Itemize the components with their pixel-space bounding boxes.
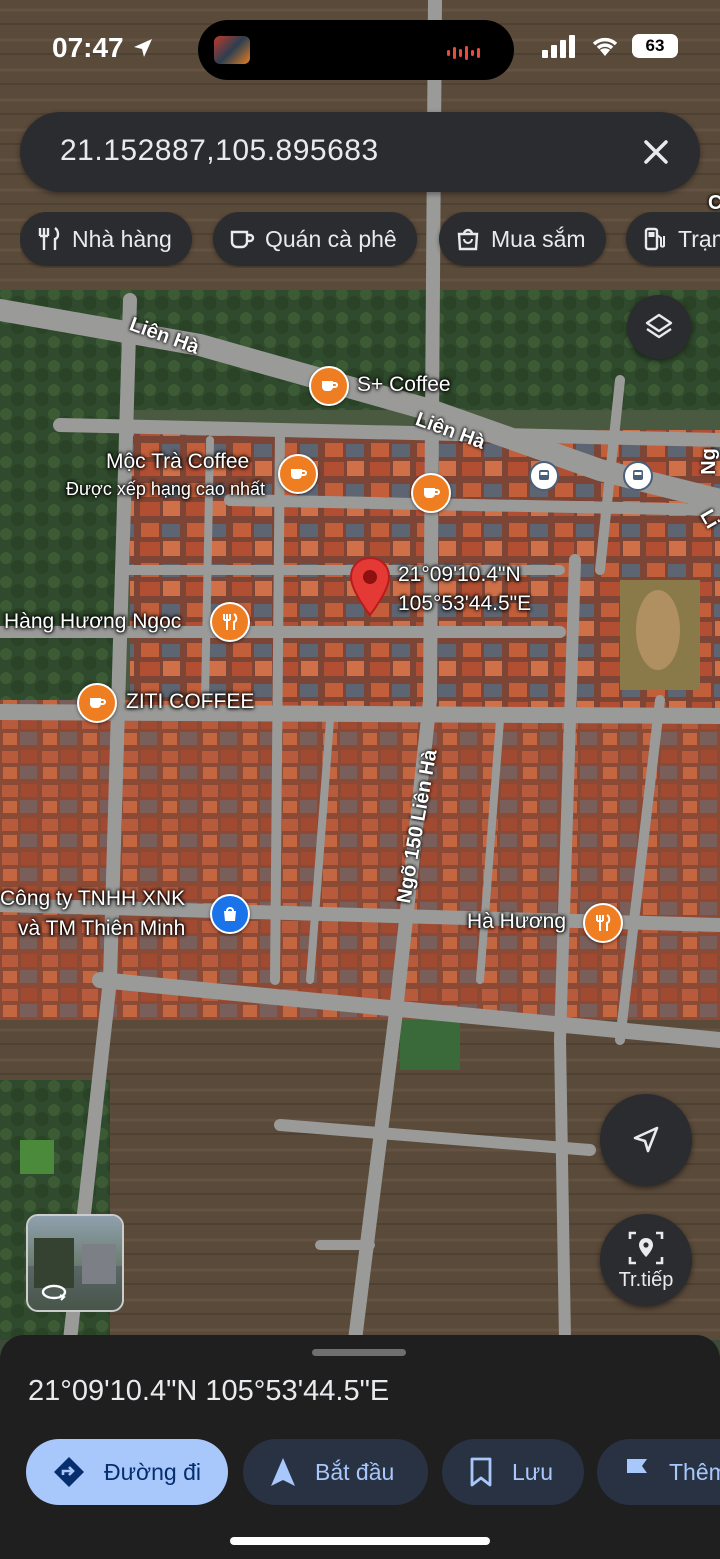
coffee-poi-marker[interactable] (77, 683, 117, 723)
place-label-ha-huong[interactable]: Hà Hương (467, 910, 566, 934)
start-button[interactable]: Bắt đầu (243, 1439, 428, 1505)
bus-stop-icon[interactable] (529, 461, 559, 491)
dynamic-island[interactable] (198, 20, 514, 80)
restaurant-poi-marker[interactable] (210, 602, 250, 642)
place-subtitle-top-rated: Được xếp hạng cao nhất (66, 479, 265, 499)
coffee-cup-icon (230, 230, 255, 249)
chip-coffee[interactable]: Quán cà phê (213, 212, 417, 266)
street-view-building (82, 1244, 116, 1284)
navigation-arrow-icon (271, 1458, 295, 1486)
place-label-s-coffee[interactable]: S+ Coffee (357, 373, 451, 397)
bottom-sheet[interactable]: 21°09'10.4"N 105°53'44.5"E Đường đi Bắt … (0, 1335, 720, 1559)
place-label-thien-minh-1[interactable]: Công ty TNHH XNK (0, 887, 185, 911)
pin-latitude-label: 21°09'10.4"N (398, 563, 521, 586)
status-bar: 07:47 63 (0, 0, 720, 100)
home-indicator[interactable] (230, 1537, 490, 1545)
layers-icon (645, 313, 673, 339)
save-button[interactable]: Lưu (442, 1439, 584, 1505)
wifi-icon (592, 37, 618, 56)
navigation-arrow-outline-icon (633, 1126, 659, 1153)
search-bar[interactable]: 21.152887,105.895683 (20, 112, 700, 192)
place-label-thien-minh-2[interactable]: và TM Thiên Minh (18, 917, 185, 941)
coffee-poi-marker[interactable] (309, 366, 349, 406)
street-view-thumbnail[interactable] (26, 1214, 124, 1312)
location-arrow-icon (133, 39, 152, 57)
sheet-drag-handle[interactable] (312, 1349, 406, 1356)
bookmark-icon (470, 1457, 492, 1487)
more-label: Thêm (669, 1458, 720, 1485)
layers-button[interactable] (627, 295, 691, 359)
status-icons: 63 (542, 34, 678, 58)
battery-icon: 63 (632, 34, 678, 58)
street-view-tree (34, 1238, 74, 1288)
coffee-poi-marker[interactable] (278, 454, 318, 494)
directions-icon (54, 1457, 84, 1487)
status-time: 07:47 (52, 32, 154, 64)
gas-station-icon (644, 227, 665, 251)
chip-label: Quán cà phê (265, 225, 397, 252)
more-button[interactable]: Thêm (597, 1439, 720, 1505)
shopping-poi-marker[interactable] (210, 894, 250, 934)
save-label: Lưu (512, 1458, 553, 1485)
fork-knife-icon (38, 227, 60, 250)
pin-longitude-label: 105°53'44.5"E (398, 592, 532, 615)
search-query-text[interactable]: 21.152887,105.895683 (60, 134, 379, 168)
chip-label: Nhà hàng (72, 225, 172, 252)
action-buttons-row: Đường đi Bắt đầu Lưu Thêm (0, 1439, 720, 1505)
category-chips: Nhà hàng Quán cà phê Mua sắm Trạm (20, 212, 720, 268)
ar-location-icon (628, 1231, 664, 1264)
chip-shopping[interactable]: Mua sắm (439, 212, 606, 266)
chip-label: Mua sắm (491, 225, 586, 252)
cellular-signal-icon (542, 35, 575, 58)
audio-waveform-icon (447, 46, 480, 60)
live-view-label: Tr.tiếp (618, 1268, 674, 1291)
flag-icon (627, 1459, 647, 1486)
directions-button[interactable]: Đường đi (26, 1439, 228, 1505)
my-location-button[interactable] (600, 1094, 692, 1186)
location-pin-icon[interactable] (348, 556, 392, 618)
place-label-moc-tra[interactable]: Mộc Trà Coffee (106, 450, 249, 474)
time-text: 07:47 (52, 32, 124, 63)
shopping-bag-icon (457, 228, 479, 251)
chip-gas-station[interactable]: Trạm (626, 212, 720, 266)
bus-stop-icon[interactable] (623, 461, 653, 491)
chip-restaurants[interactable]: Nhà hàng (20, 212, 192, 266)
place-label-hang-huong-ngoc[interactable]: Hàng Hương Ngọc (4, 610, 181, 634)
media-thumbnail-icon (214, 36, 250, 64)
place-label-ziti-coffee[interactable]: ZITI COFFEE (126, 690, 254, 714)
close-icon[interactable] (636, 132, 676, 172)
edge-label-fragment: Ng (697, 448, 720, 475)
rotate-360-icon (41, 1284, 67, 1301)
chip-label: Trạm (678, 225, 720, 252)
live-view-button[interactable]: Tr.tiếp (600, 1214, 692, 1306)
directions-label: Đường đi (104, 1458, 201, 1485)
coffee-poi-marker[interactable] (411, 473, 451, 513)
coordinates-title: 21°09'10.4"N 105°53'44.5"E (28, 1375, 390, 1407)
restaurant-poi-marker[interactable] (583, 903, 623, 943)
start-label: Bắt đầu (315, 1458, 395, 1485)
